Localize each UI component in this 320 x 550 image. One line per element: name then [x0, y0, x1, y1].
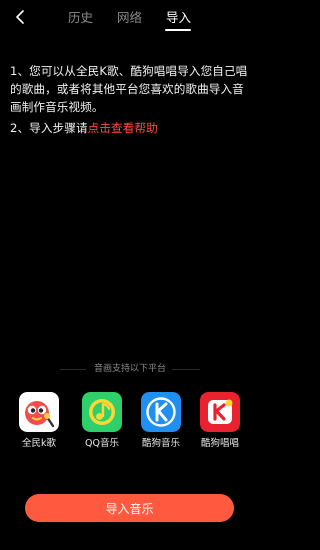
tab-network[interactable]: 网络 — [117, 10, 142, 26]
platform-label: 酷狗唱唱 — [200, 438, 239, 449]
tab-history[interactable]: 历史 — [68, 10, 93, 26]
platform-qq-music[interactable]: QQ音乐 — [74, 392, 130, 450]
import-steps-text: 2、导入步骤请 — [10, 121, 88, 135]
import-instruction-1: 1、您可以从全民K歌、酷狗唱唱导入您自己唱的歌曲，或者将其他平台您喜欢的歌曲导入… — [10, 64, 248, 114]
back-button[interactable] — [10, 6, 30, 28]
qq-music-icon — [82, 392, 122, 432]
platforms-heading: 音画支持以下平台 — [93, 364, 166, 374]
import-music-button[interactable]: 导入音乐 — [25, 494, 234, 522]
import-instruction-2: 2、导入步骤请点击查看帮助 — [10, 119, 252, 137]
kugou-changchang-icon — [200, 392, 240, 432]
platform-label: 酷狗音乐 — [141, 438, 180, 449]
divider-line-left — [60, 369, 86, 370]
top-nav-bar: 历史 网络 导入 — [0, 0, 259, 38]
platforms-divider: 音画支持以下平台 — [0, 362, 259, 376]
divider-line-right — [172, 369, 200, 370]
kugou-music-icon — [141, 392, 181, 432]
platform-label: QQ音乐 — [85, 438, 119, 449]
active-tab-indicator — [165, 29, 191, 31]
platform-kugou-music[interactable]: 酷狗音乐 — [133, 392, 189, 450]
help-link[interactable]: 点击查看帮助 — [88, 121, 158, 135]
platform-kugou-changchang[interactable]: 酷狗唱唱 — [192, 392, 248, 450]
chevron-left-icon — [16, 10, 24, 24]
tab-import[interactable]: 导入 — [166, 10, 191, 26]
platform-quanmin-kge[interactable]: 全民k歌 — [11, 392, 67, 450]
platform-label: 全民k歌 — [21, 438, 56, 449]
quanmin-kge-icon — [19, 392, 59, 432]
